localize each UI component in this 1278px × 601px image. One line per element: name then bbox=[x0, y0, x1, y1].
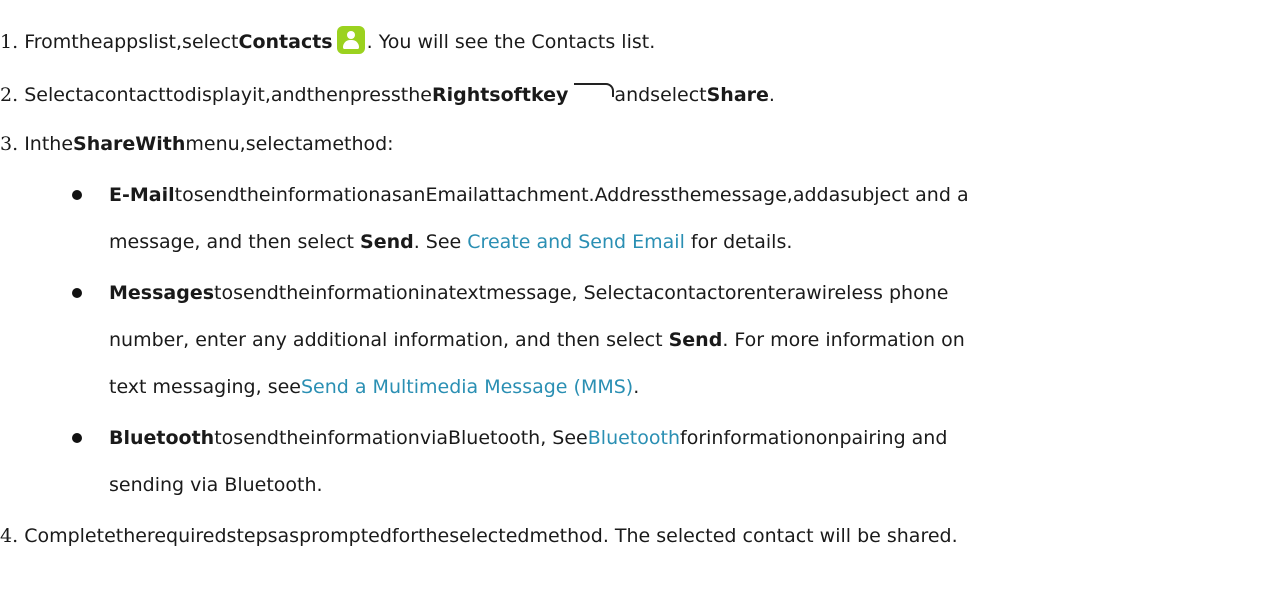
right-softkey-icon bbox=[574, 83, 615, 97]
step-text: . You will see the Contacts list. bbox=[366, 31, 656, 53]
method-name: Bluetooth bbox=[109, 427, 215, 449]
step-number: 4. bbox=[0, 525, 19, 547]
step-text: Inthe bbox=[24, 133, 74, 155]
right-softkey-label: Rightsoftkey bbox=[431, 84, 569, 106]
method-messages-line1: Messagestosendtheinformationinatextmessa… bbox=[109, 282, 949, 304]
step-text: Completetherequiredstepsaspromptedforthe… bbox=[24, 525, 609, 547]
share-with-label: ShareWith bbox=[73, 133, 186, 155]
step-number: 3. bbox=[0, 133, 19, 155]
method-messages-line3: text messaging, seeSend a Multimedia Mes… bbox=[109, 376, 640, 398]
step-text: Selectacontacttodisplayit,andthenpressth… bbox=[24, 84, 432, 106]
step-number: 2. bbox=[0, 84, 19, 106]
step-1: 1. Fromtheappslist,selectContacts . You w… bbox=[0, 26, 655, 55]
create-send-email-link[interactable]: Create and Send Email bbox=[467, 231, 685, 253]
bullet-dot bbox=[72, 190, 82, 200]
step-text: menu,selectamethod: bbox=[185, 133, 394, 155]
contacts-label: Contacts bbox=[238, 31, 333, 53]
method-bluetooth-line1: BluetoothtosendtheinformationviaBluetoot… bbox=[109, 427, 948, 449]
step-4: 4. Completetherequiredstepsaspromptedfor… bbox=[0, 525, 958, 547]
send-mms-link[interactable]: Send a Multimedia Message (MMS) bbox=[301, 376, 633, 398]
document-page: 1. Fromtheappslist,selectContacts . You w… bbox=[0, 0, 1278, 601]
step-2: 2. Selectacontacttodisplayit,andthenpres… bbox=[0, 83, 775, 106]
bullet-dot bbox=[72, 288, 82, 298]
step-text: andselect bbox=[614, 84, 707, 106]
bullet-dot bbox=[72, 433, 82, 443]
contacts-app-icon bbox=[336, 26, 365, 54]
method-messages-line2: number, enter any additional information… bbox=[109, 329, 965, 351]
bluetooth-link[interactable]: Bluetooth bbox=[588, 427, 680, 449]
step-text: Fromtheappslist,select bbox=[24, 31, 239, 53]
method-email-line1: E-MailtosendtheinformationasanEmailattac… bbox=[109, 184, 969, 206]
step-3: 3. IntheShareWithmenu,selectamethod: bbox=[0, 131, 394, 157]
method-name: E-Mail bbox=[109, 184, 175, 206]
method-bluetooth-line2: sending via Bluetooth. bbox=[109, 474, 323, 496]
step-number: 1. bbox=[0, 31, 19, 53]
share-label: Share bbox=[706, 84, 769, 106]
method-email-line2: message, and then select Send. See Creat… bbox=[109, 231, 793, 253]
method-name: Messages bbox=[109, 282, 215, 304]
